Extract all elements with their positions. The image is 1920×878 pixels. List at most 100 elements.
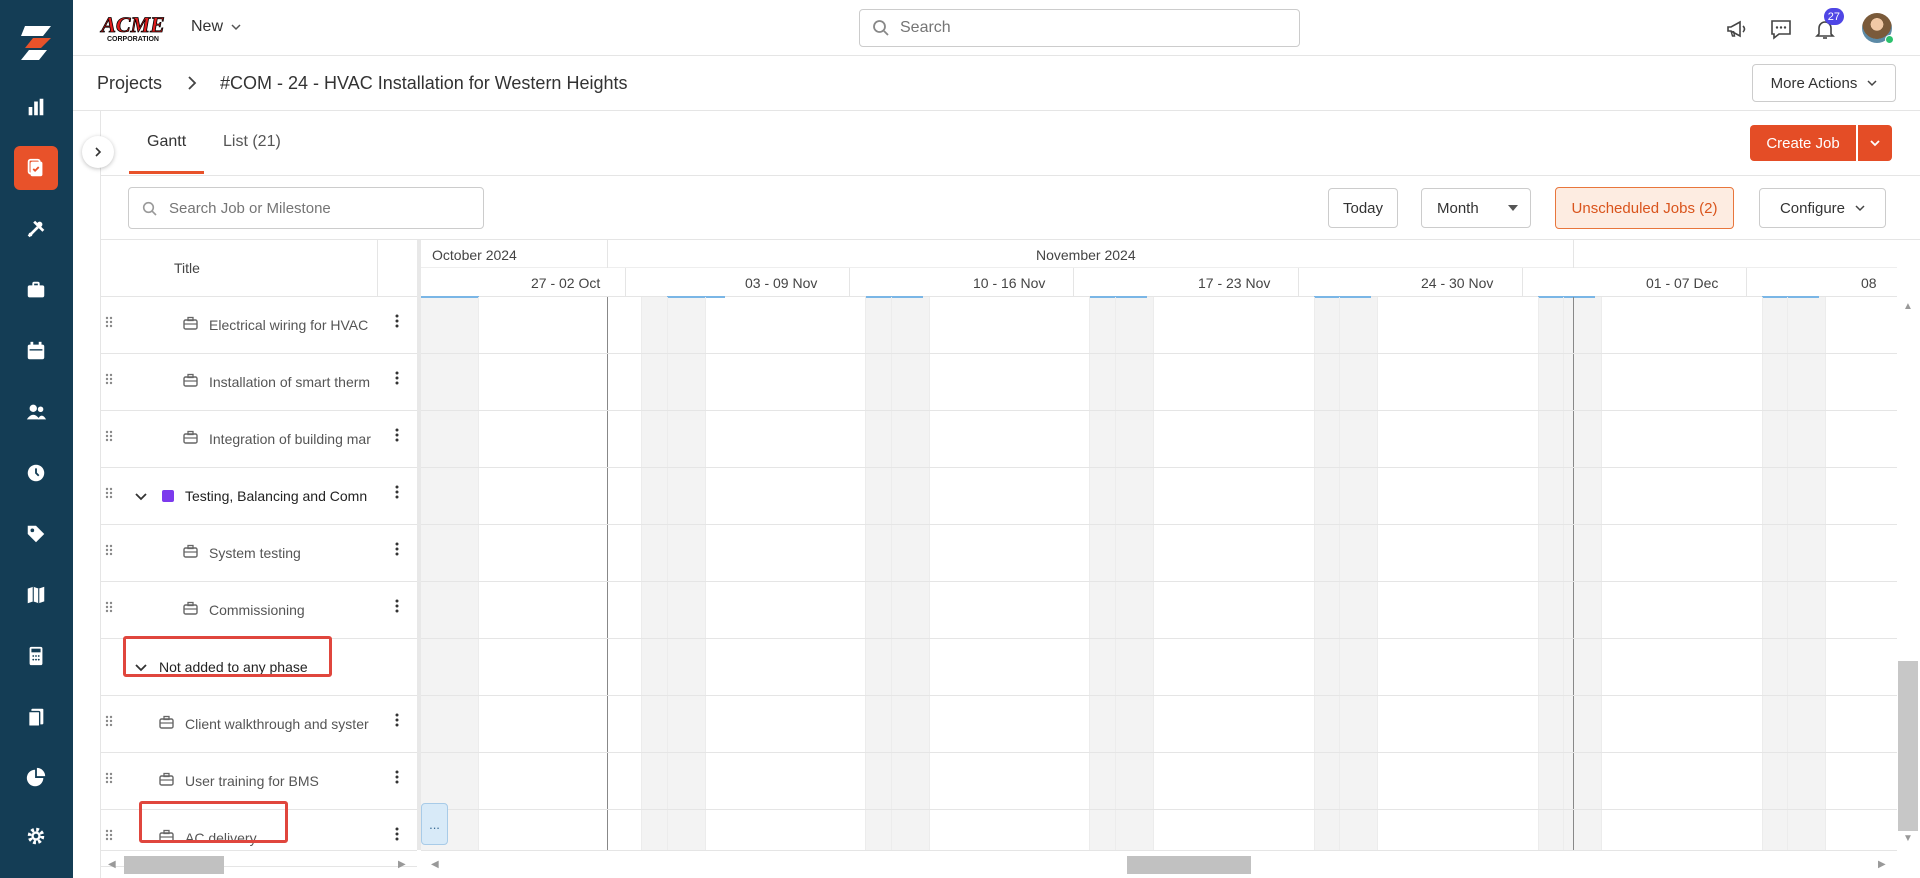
global-search-input[interactable] <box>900 19 1280 37</box>
more-options-icon[interactable] <box>395 713 399 731</box>
task-row[interactable]: Electrical wiring for HVAC <box>101 297 417 354</box>
drag-handle-icon[interactable] <box>105 315 113 332</box>
more-options-icon[interactable] <box>395 827 399 845</box>
vertical-scroll-thumb[interactable] <box>1898 661 1918 831</box>
collapse-chevron-icon[interactable] <box>134 660 148 677</box>
create-job-dropdown-button[interactable] <box>1858 125 1892 161</box>
week-label: 27 - 02 Oct <box>531 275 601 291</box>
gantt-bar-ac-delivery[interactable]: ... <box>421 803 448 845</box>
new-button[interactable]: New <box>191 18 241 36</box>
job-search-input[interactable] <box>169 199 469 217</box>
more-options-icon[interactable] <box>395 314 399 332</box>
chevron-down-icon <box>231 24 241 31</box>
scroll-left-icon[interactable]: ◀ <box>108 859 116 870</box>
timeline-horizontal-scrollbar[interactable]: ◀ ▶ <box>421 850 1897 878</box>
view-select[interactable]: Month <box>1421 188 1531 228</box>
task-row[interactable]: Integration of building mar <box>101 411 417 468</box>
app-logo-icon[interactable] <box>17 22 57 62</box>
group-row[interactable]: Not added to any phase <box>101 639 417 696</box>
horizontal-scroll-thumb[interactable] <box>124 856 224 874</box>
unscheduled-jobs-button[interactable]: Unscheduled Jobs (2) <box>1555 187 1734 229</box>
task-row[interactable]: Installation of smart therm <box>101 354 417 411</box>
day-gridline <box>891 297 892 850</box>
job-icon <box>183 430 198 448</box>
row-gridline <box>421 410 1897 411</box>
horizontal-scroll-thumb[interactable] <box>1127 856 1251 874</box>
job-icon <box>183 373 198 391</box>
today-button[interactable]: Today <box>1328 188 1398 228</box>
global-search[interactable] <box>859 9 1300 47</box>
notifications-button[interactable]: 27 <box>1812 8 1844 42</box>
announcements-button[interactable] <box>1724 16 1750 42</box>
task-row[interactable]: User training for BMS <box>101 753 417 810</box>
gantt-task-list: Title Electrical wiring for HVAC Installa… <box>101 240 417 878</box>
day-gridline <box>929 297 930 850</box>
sidebar-item-calculator[interactable] <box>14 634 58 678</box>
sidebar-item-map[interactable] <box>14 573 58 617</box>
scroll-right-icon[interactable]: ▶ <box>1878 859 1886 870</box>
vertical-scrollbar[interactable]: ▲ ▼ <box>1897 297 1920 850</box>
scroll-down-icon[interactable]: ▼ <box>1903 833 1913 844</box>
sidebar-item-tools[interactable] <box>14 207 58 251</box>
sidebar-item-documents[interactable] <box>14 695 58 739</box>
week-marker <box>1115 296 1147 298</box>
drag-handle-icon[interactable] <box>105 429 113 446</box>
sidebar-item-projects[interactable] <box>14 146 58 190</box>
sidebar-item-settings[interactable] <box>14 814 58 858</box>
scroll-right-icon[interactable]: ▶ <box>398 859 406 870</box>
more-actions-label: More Actions <box>1770 74 1858 92</box>
task-row[interactable]: Commissioning <box>101 582 417 639</box>
brand-logo[interactable]: ACME CORPORATION <box>97 10 169 44</box>
scroll-up-icon[interactable]: ▲ <box>1903 301 1913 312</box>
chevron-right-icon <box>188 76 197 90</box>
day-gridline <box>1089 297 1090 850</box>
tab-gantt[interactable]: Gantt <box>129 133 205 174</box>
pie-chart-icon <box>26 767 46 787</box>
job-search[interactable] <box>128 187 484 229</box>
create-job-button[interactable]: Create Job <box>1750 125 1856 161</box>
task-row[interactable]: System testing <box>101 525 417 582</box>
task-list-horizontal-scrollbar[interactable]: ◀ ▶ <box>101 850 417 878</box>
sidebar-item-people[interactable] <box>14 390 58 434</box>
sidebar-item-time[interactable] <box>14 451 58 495</box>
configure-button[interactable]: Configure <box>1759 188 1886 228</box>
drag-handle-icon[interactable] <box>105 828 113 845</box>
breadcrumb-projects[interactable]: Projects <box>97 73 162 94</box>
more-options-icon[interactable] <box>395 770 399 788</box>
view-tabs: Gantt List (21) Create Job <box>101 111 1920 176</box>
more-actions-button[interactable]: More Actions <box>1752 64 1896 102</box>
sidebar-item-analytics[interactable] <box>14 756 58 800</box>
weekend-shading <box>865 297 929 850</box>
drag-handle-icon[interactable] <box>105 600 113 617</box>
scroll-left-icon[interactable]: ◀ <box>431 859 439 870</box>
drag-handle-icon[interactable] <box>105 714 113 731</box>
row-gridline <box>421 638 1897 639</box>
more-options-icon[interactable] <box>395 542 399 560</box>
phase-row[interactable]: Testing, Balancing and Comn <box>101 468 417 525</box>
tab-list[interactable]: List (21) <box>223 133 281 171</box>
more-options-icon[interactable] <box>395 428 399 446</box>
drag-handle-icon[interactable] <box>105 372 113 389</box>
more-options-icon[interactable] <box>395 599 399 617</box>
drag-handle-icon[interactable] <box>105 486 113 503</box>
drag-handle-icon[interactable] <box>105 543 113 560</box>
tools-icon <box>27 220 45 238</box>
sidebar-item-reports[interactable] <box>14 85 58 129</box>
task-list-header: Title <box>101 240 417 297</box>
more-options-icon[interactable] <box>395 371 399 389</box>
expand-panel-button[interactable] <box>82 136 114 168</box>
sidebar-item-calendar[interactable] <box>14 329 58 373</box>
messages-button[interactable] <box>1768 16 1794 42</box>
month-boundary-line <box>1573 297 1574 850</box>
sidebar-item-jobs[interactable] <box>14 268 58 312</box>
job-icon <box>159 715 174 733</box>
task-row[interactable]: Client walkthrough and syster <box>101 696 417 753</box>
day-gridline <box>1538 297 1539 850</box>
more-options-icon[interactable] <box>395 485 399 503</box>
week-label: 08 <box>1861 275 1877 291</box>
chevron-down-icon <box>1855 205 1865 212</box>
svg-text:CORPORATION: CORPORATION <box>107 36 159 43</box>
collapse-chevron-icon[interactable] <box>134 489 148 506</box>
drag-handle-icon[interactable] <box>105 771 113 788</box>
sidebar-item-pricing[interactable] <box>14 512 58 556</box>
